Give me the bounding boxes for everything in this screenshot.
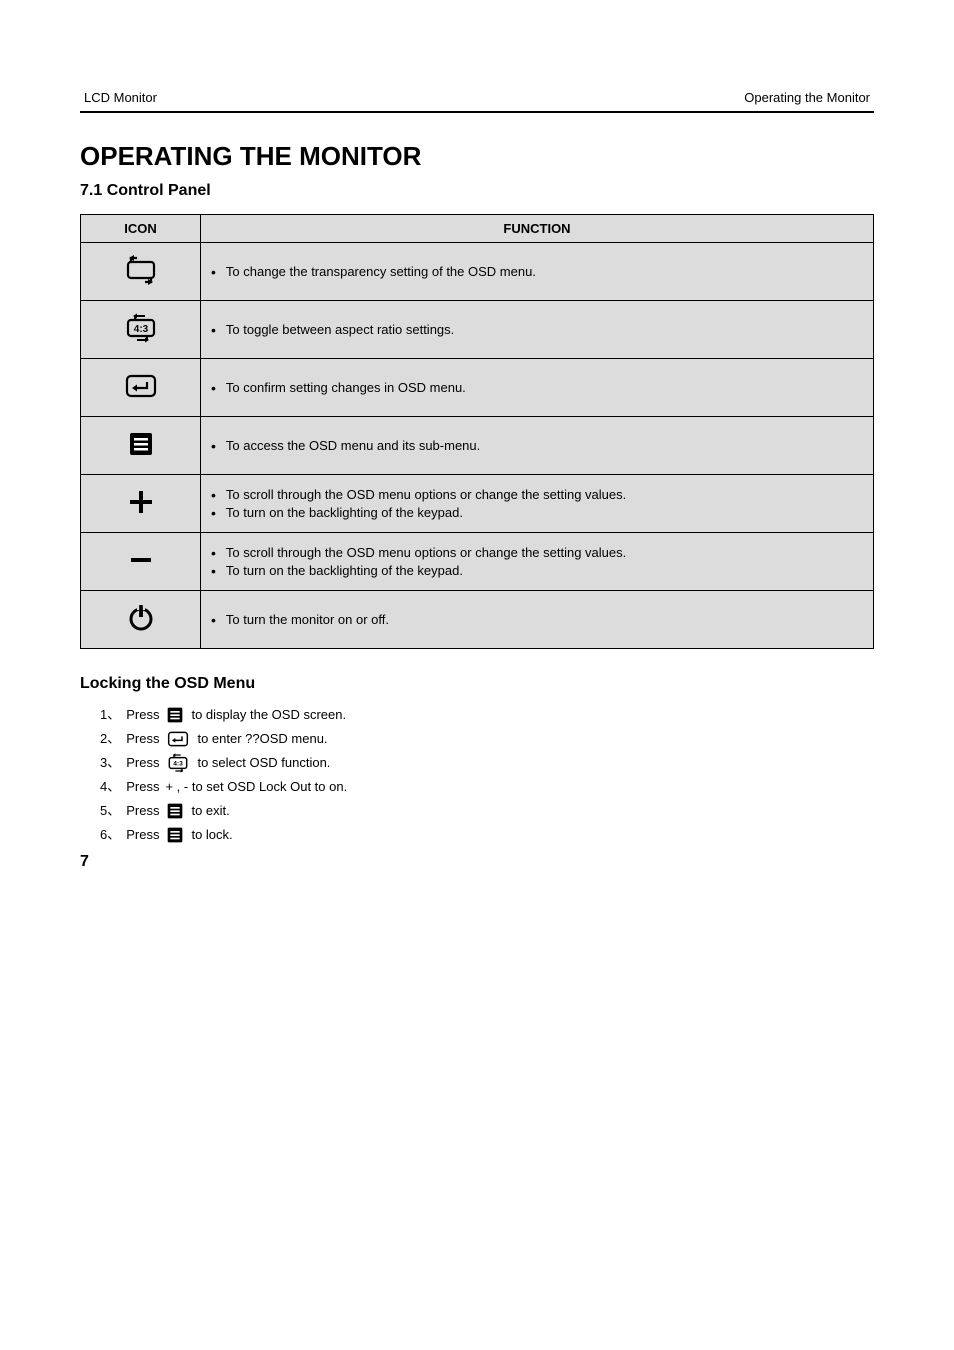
step-post: + , - to set OSD Lock Out to on. bbox=[165, 775, 347, 799]
icon-cell bbox=[81, 417, 201, 475]
table-row: 4:3 • To toggle between aspect ratio sett… bbox=[81, 301, 874, 359]
locking-steps: 1、Press to display the OSD screen.2、Pres… bbox=[80, 703, 874, 847]
step-pre: Press bbox=[126, 799, 159, 823]
desc-cell: • To change the transparency setting of t… bbox=[201, 243, 874, 301]
bullet-text: To scroll through the OSD menu options o… bbox=[226, 486, 626, 504]
svg-text:4:3: 4:3 bbox=[133, 324, 148, 335]
step-number: 4、 bbox=[100, 775, 120, 799]
header-right: Operating the Monitor bbox=[744, 90, 870, 105]
step-post: to select OSD function. bbox=[197, 751, 330, 775]
icon-cell bbox=[81, 359, 201, 417]
bullet-text: To change the transparency setting of th… bbox=[226, 263, 536, 281]
desc-cell: • To scroll through the OSD menu options … bbox=[201, 533, 874, 591]
list-item: 3、Press 4:3 to select OSD function. bbox=[100, 751, 874, 775]
icon-cell: 4:3 bbox=[81, 301, 201, 359]
list-item: 4、Press + , - to set OSD Lock Out to on. bbox=[100, 775, 874, 799]
step-post: to exit. bbox=[191, 799, 229, 823]
icon-cell bbox=[81, 533, 201, 591]
th-icon: ICON bbox=[81, 215, 201, 243]
bullet-text: To confirm setting changes in OSD menu. bbox=[226, 379, 466, 397]
bullet-text: To access the OSD menu and its sub-menu. bbox=[226, 437, 480, 455]
bullet-text: To turn on the backlighting of the keypa… bbox=[226, 504, 463, 522]
section-subtitle: 7.1 Control Panel bbox=[80, 182, 874, 200]
step-number: 6、 bbox=[100, 823, 120, 847]
bullet-icon: • bbox=[211, 379, 216, 397]
step-number: 5、 bbox=[100, 799, 120, 823]
bullet-text: To turn the monitor on or off. bbox=[226, 611, 389, 629]
bullet-icon: • bbox=[211, 437, 216, 455]
plus-icon bbox=[126, 487, 156, 517]
list-item: 6、Press to lock. bbox=[100, 823, 874, 847]
icon-cell bbox=[81, 243, 201, 301]
table-row: • To turn the monitor on or off. bbox=[81, 591, 874, 649]
section-number: 7 bbox=[80, 853, 874, 871]
step-pre: Press bbox=[126, 727, 159, 751]
menu-icon bbox=[165, 801, 185, 821]
step-pre: Press bbox=[126, 823, 159, 847]
bullet-icon: • bbox=[211, 321, 216, 339]
th-function: FUNCTION bbox=[201, 215, 874, 243]
locking-title: Locking the OSD Menu bbox=[80, 675, 874, 693]
bullet-icon: • bbox=[211, 504, 216, 522]
desc-cell: • To toggle between aspect ratio settings… bbox=[201, 301, 874, 359]
table-row: • To confirm setting changes in OSD menu. bbox=[81, 359, 874, 417]
table-row: • To change the transparency setting of t… bbox=[81, 243, 874, 301]
step-post: to display the OSD screen. bbox=[191, 703, 346, 727]
step-post: to enter ??OSD menu. bbox=[197, 727, 327, 751]
menu-icon bbox=[165, 825, 185, 845]
table-row: • To scroll through the OSD menu options … bbox=[81, 475, 874, 533]
control-panel-table: ICON FUNCTION • To change the transparenc… bbox=[80, 214, 874, 649]
bullet-icon: • bbox=[211, 562, 216, 580]
page-title: OPERATING THE MONITOR bbox=[80, 141, 874, 172]
minus-icon bbox=[126, 545, 156, 575]
svg-text:4:3: 4:3 bbox=[174, 761, 184, 768]
step-number: 3、 bbox=[100, 751, 120, 775]
list-item: 1、Press to display the OSD screen. bbox=[100, 703, 874, 727]
enter-icon bbox=[165, 729, 191, 749]
table-row: • To access the OSD menu and its sub-menu… bbox=[81, 417, 874, 475]
bullet-icon: • bbox=[211, 611, 216, 629]
icon-cell bbox=[81, 475, 201, 533]
bullet-icon: • bbox=[211, 486, 216, 504]
step-number: 1、 bbox=[100, 703, 120, 727]
step-pre: Press bbox=[126, 751, 159, 775]
bullet-text: To turn on the backlighting of the keypa… bbox=[226, 562, 463, 580]
list-item: 2、Press to enter ??OSD menu. bbox=[100, 727, 874, 751]
step-pre: Press bbox=[126, 703, 159, 727]
transparency-icon bbox=[123, 255, 159, 285]
bullet-icon: • bbox=[211, 263, 216, 281]
header-left: LCD Monitor bbox=[84, 90, 157, 105]
step-pre: Press bbox=[126, 775, 159, 799]
divider bbox=[80, 111, 874, 113]
step-number: 2、 bbox=[100, 727, 120, 751]
desc-cell: • To access the OSD menu and its sub-menu… bbox=[201, 417, 874, 475]
power-icon bbox=[126, 603, 156, 633]
icon-cell bbox=[81, 591, 201, 649]
desc-cell: • To scroll through the OSD menu options … bbox=[201, 475, 874, 533]
enter-icon bbox=[123, 371, 159, 401]
desc-cell: • To turn the monitor on or off. bbox=[201, 591, 874, 649]
menu-icon bbox=[165, 705, 185, 725]
list-item: 5、Press to exit. bbox=[100, 799, 874, 823]
table-row: • To scroll through the OSD menu options … bbox=[81, 533, 874, 591]
menu-icon bbox=[126, 429, 156, 459]
bullet-text: To scroll through the OSD menu options o… bbox=[226, 544, 626, 562]
step-post: to lock. bbox=[191, 823, 232, 847]
aspect-ratio-icon: 4:3 bbox=[123, 313, 159, 343]
desc-cell: • To confirm setting changes in OSD menu. bbox=[201, 359, 874, 417]
bullet-text: To toggle between aspect ratio settings. bbox=[226, 321, 454, 339]
aspect-ratio-icon: 4:3 bbox=[165, 753, 191, 773]
bullet-icon: • bbox=[211, 544, 216, 562]
